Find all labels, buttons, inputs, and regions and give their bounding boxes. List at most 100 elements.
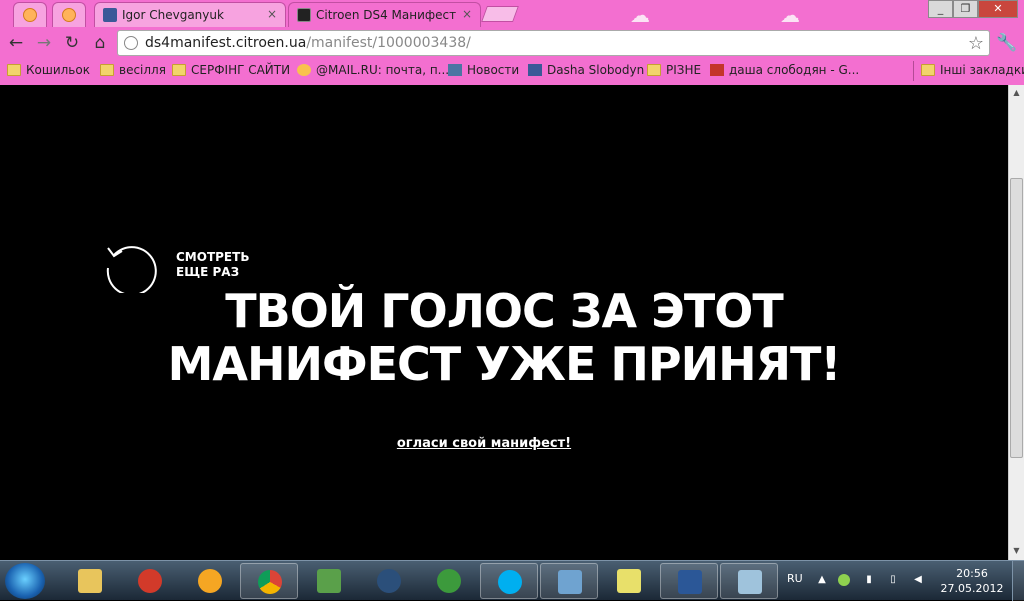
tab-title: Citroen DS4 Манифест <box>316 8 457 22</box>
bookmark-label: СЕРФІНГ САЙТИ <box>191 63 291 77</box>
image-viewer-icon <box>558 570 582 594</box>
bookmark-label: РІЗНЕ <box>666 63 702 77</box>
bookmark-star-icon[interactable]: ☆ <box>968 33 984 54</box>
back-arrow-icon[interactable]: ← <box>5 32 27 54</box>
bookmark-item[interactable]: весілля <box>100 63 166 77</box>
taskbar-image-viewer[interactable] <box>540 563 598 599</box>
bookmark-label: даша слободян - G... <box>729 63 860 77</box>
tab-close-icon[interactable]: × <box>462 7 472 21</box>
chrome-icon <box>258 570 282 594</box>
show-desktop-button[interactable] <box>1012 561 1024 601</box>
theme-cloud-icon: ☁ <box>630 3 650 27</box>
word-icon <box>678 570 702 594</box>
folder-icon <box>7 64 21 76</box>
bookmark-label: Інші закладки <box>940 63 1024 77</box>
bookmark-label: весілля <box>119 63 166 77</box>
volume-icon[interactable]: ◀ <box>912 574 924 586</box>
taskbar-chrome[interactable] <box>240 563 298 599</box>
scroll-down-icon[interactable]: ▼ <box>1009 543 1024 558</box>
notepad-icon <box>738 570 762 594</box>
tray-app-icon[interactable] <box>838 574 850 586</box>
wrench-menu-icon[interactable]: 🔧 <box>996 32 1018 54</box>
bookmark-item[interactable]: РІЗНЕ <box>647 63 701 77</box>
taskbar-winrar[interactable] <box>300 563 358 599</box>
vk-icon <box>448 64 462 76</box>
page-headline: ТВОЙ ГОЛОС ЗА ЭТОТ МАНИФЕСТ УЖЕ ПРИНЯТ! <box>0 285 1008 391</box>
taskbar-euro-app[interactable] <box>360 563 418 599</box>
replay-label-line1: СМОТРЕТЬ <box>176 250 250 264</box>
tab-close-icon[interactable]: × <box>267 7 277 21</box>
url-host: ds4manifest.citroen.ua <box>145 35 307 51</box>
url-text: ds4manifest.citroen.ua/manifest/10000034… <box>145 35 471 51</box>
bookmark-item[interactable]: Кошильок <box>7 63 90 77</box>
home-icon[interactable]: ⌂ <box>89 32 111 54</box>
pinned-tab-2[interactable] <box>52 2 86 27</box>
taskbar-utorrent[interactable] <box>420 563 478 599</box>
bookmark-item[interactable]: Dasha Slobodyn <box>528 63 644 77</box>
taskbar-sticky-notes[interactable] <box>600 563 658 599</box>
page-info-icon <box>124 36 138 50</box>
euro-icon <box>377 569 401 593</box>
clock-time: 20:56 <box>956 567 988 580</box>
winrar-icon <box>317 569 341 593</box>
minimize-button[interactable]: _ <box>928 0 953 18</box>
folder-icon <box>647 64 661 76</box>
folder-icon <box>921 64 935 76</box>
facebook-icon <box>528 64 542 76</box>
mail-icon <box>297 64 311 76</box>
taskbar-explorer[interactable] <box>61 563 119 599</box>
system-clock[interactable]: 20:56 27.05.2012 <box>938 566 1006 596</box>
forward-arrow-icon[interactable]: → <box>33 32 55 54</box>
close-window-button[interactable]: ✕ <box>978 0 1018 18</box>
tab-strip: Igor Chevganyuk × Citroen DS4 Манифест ×… <box>0 0 1024 27</box>
url-path: /manifest/1000003438/ <box>306 35 471 51</box>
bookmark-item[interactable]: Новости <box>448 63 519 77</box>
reload-icon[interactable]: ↻ <box>61 32 83 54</box>
signal-icon[interactable]: ▮ <box>863 574 875 586</box>
taskbar-ccleaner[interactable] <box>121 563 179 599</box>
tab-igor-chevganyuk[interactable]: Igor Chevganyuk × <box>94 2 286 27</box>
language-indicator[interactable]: RU <box>787 572 803 585</box>
sticky-notes-icon <box>617 569 641 593</box>
replay-label[interactable]: СМОТРЕТЬ ЕЩЕ РАЗ <box>176 250 249 280</box>
bookmark-label: Новости <box>467 63 520 77</box>
skype-icon <box>498 570 522 594</box>
other-bookmarks[interactable]: Інші закладки <box>921 63 1024 77</box>
page-content: СМОТРЕТЬ ЕЩЕ РАЗ ТВОЙ ГОЛОС ЗА ЭТОТ МАНИ… <box>0 85 1008 560</box>
taskbar-notepad[interactable] <box>720 563 778 599</box>
scrollbar-thumb[interactable] <box>1010 178 1023 458</box>
tray-expand-icon[interactable]: ▲ <box>816 574 828 586</box>
bookmark-item[interactable]: даша слободян - G... <box>710 63 859 77</box>
taskbar-aimp[interactable] <box>181 563 239 599</box>
facebook-icon <box>103 8 117 22</box>
tab-title: Igor Chevganyuk <box>122 8 224 22</box>
bookmark-item[interactable]: @MAIL.RU: почта, п... <box>297 63 449 77</box>
windows-taskbar: RU ▲ ▮ ▯ ◀ 20:56 27.05.2012 <box>0 560 1024 601</box>
maximize-button[interactable]: ❐ <box>953 0 978 18</box>
headline-line1: ТВОЙ ГОЛОС ЗА ЭТОТ <box>225 284 783 338</box>
taskbar-skype[interactable] <box>480 563 538 599</box>
vertical-scrollbar[interactable]: ▲ ▼ <box>1008 85 1024 560</box>
theme-cloud-icon: ☁ <box>780 3 800 27</box>
bookmarks-bar: Кошильок весілля СЕРФІНГ САЙТИ @MAIL.RU:… <box>0 59 1024 83</box>
announce-manifest-link[interactable]: огласи свой манифест! <box>0 436 968 451</box>
battery-icon[interactable]: ▯ <box>887 574 899 586</box>
utorrent-icon <box>437 569 461 593</box>
navigation-toolbar: ← → ↻ ⌂ ds4manifest.citroen.ua/manifest/… <box>0 27 1024 59</box>
pinned-tab-1[interactable] <box>13 2 47 27</box>
folder-icon <box>100 64 114 76</box>
bookmarks-separator <box>913 61 914 81</box>
start-button[interactable] <box>5 563 45 599</box>
bookmark-item[interactable]: СЕРФІНГ САЙТИ <box>172 63 290 77</box>
folder-icon <box>172 64 186 76</box>
new-tab-button[interactable] <box>481 6 519 22</box>
ccleaner-icon <box>138 569 162 593</box>
address-bar[interactable]: ds4manifest.citroen.ua/manifest/10000034… <box>117 30 990 56</box>
pinned-favicon-icon <box>62 8 76 22</box>
scroll-up-icon[interactable]: ▲ <box>1009 85 1024 100</box>
taskbar-word[interactable] <box>660 563 718 599</box>
clock-date: 27.05.2012 <box>940 582 1004 595</box>
replay-label-line2: ЕЩЕ РАЗ <box>176 265 240 279</box>
tab-citroen-ds4[interactable]: Citroen DS4 Манифест × <box>288 2 481 27</box>
headline-line2: МАНИФЕСТ УЖЕ ПРИНЯТ! <box>167 337 842 391</box>
